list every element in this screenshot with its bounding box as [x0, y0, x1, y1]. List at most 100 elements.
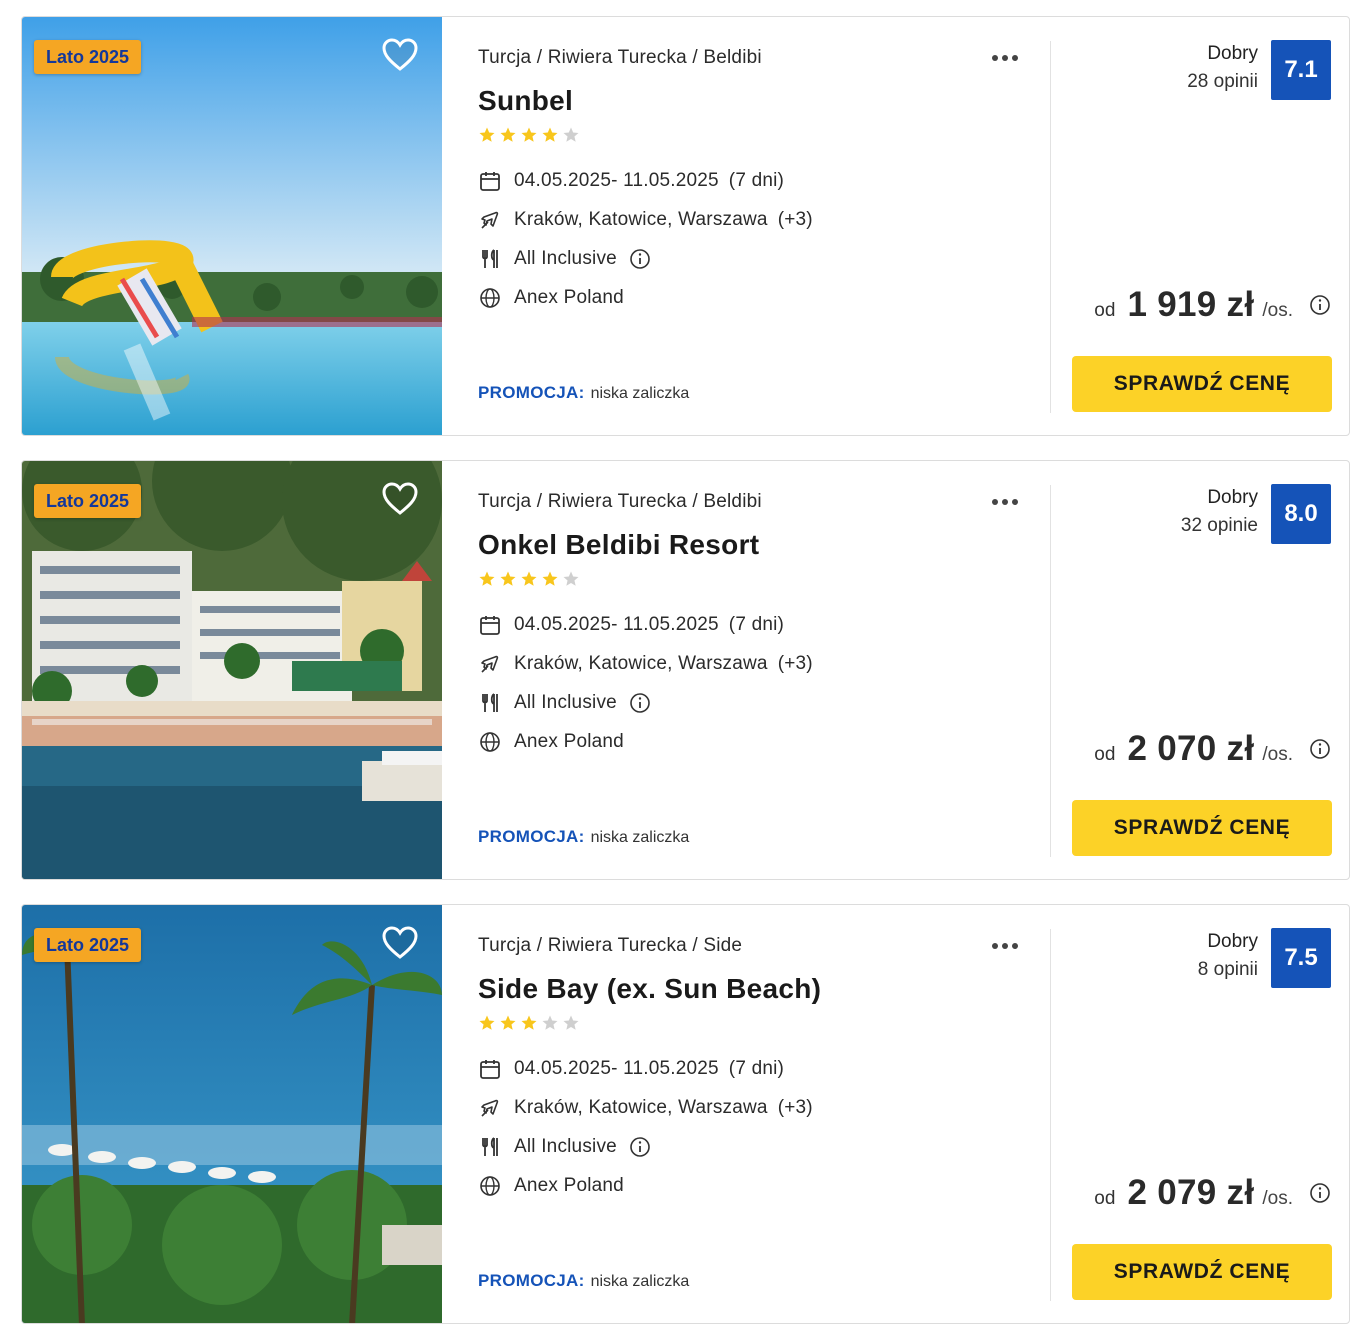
departure-airports: Kraków, Katowice, Warszawa: [514, 209, 768, 230]
location-breadcrumb[interactable]: Turcja / Riwiera Turecka / Beldibi: [478, 47, 762, 69]
divider: [1050, 929, 1051, 1301]
rating-label: Dobry: [1207, 43, 1258, 64]
promotion: PROMOCJA: niska zaliczka: [478, 827, 689, 847]
hotel-name[interactable]: Sunbel: [478, 85, 573, 117]
offer-details: Turcja / Riwiera Turecka / Side Side Bay…: [478, 905, 1048, 1323]
star-icon: [562, 570, 580, 588]
cutlery-icon: [478, 691, 502, 715]
hotel-photo[interactable]: Lato 2025: [22, 17, 442, 435]
price: od 1 919 zł /os.: [1094, 285, 1331, 325]
departure-airports: Kraków, Katowice, Warszawa: [514, 653, 768, 674]
offer-card: Lato 2025 Turcja / Riwiera Turecka / Bel…: [21, 460, 1350, 880]
heart-outline-icon[interactable]: [382, 38, 418, 72]
globe-icon: [478, 730, 502, 754]
board-type: All Inclusive: [514, 248, 617, 269]
price-suffix: /os.: [1262, 744, 1293, 765]
hotel-photo[interactable]: Lato 2025: [22, 905, 442, 1323]
departure-airports: Kraków, Katowice, Warszawa: [514, 1097, 768, 1118]
star-icon: [499, 570, 517, 588]
board-type: All Inclusive: [514, 692, 617, 713]
calendar-icon: [478, 169, 502, 193]
info-icon[interactable]: [629, 692, 651, 714]
hotel-stars: [478, 570, 583, 590]
offer-details: Turcja / Riwiera Turecka / Beldibi Sunbe…: [478, 17, 1048, 435]
price-suffix: /os.: [1262, 300, 1293, 321]
star-icon: [478, 570, 496, 588]
check-price-button[interactable]: SPRAWDŹ CENĘ: [1072, 356, 1332, 412]
check-price-button[interactable]: SPRAWDŹ CENĘ: [1072, 800, 1332, 856]
plane-icon: [478, 652, 502, 676]
price-prefix: od: [1094, 744, 1116, 765]
star-icon: [520, 570, 538, 588]
info-icon[interactable]: [629, 248, 651, 270]
promo-text: niska zaliczka: [590, 1273, 690, 1290]
offer-list: Lato 2025 Turcja / Riwiera Turecka / Bel…: [0, 0, 1358, 1336]
heart-outline-icon[interactable]: [382, 926, 418, 960]
divider: [1050, 485, 1051, 857]
price: od 2 070 zł /os.: [1094, 729, 1331, 769]
price-amount: 2 079 zł: [1127, 1173, 1255, 1212]
divider: [1050, 41, 1051, 413]
star-icon: [541, 1014, 559, 1032]
check-price-button[interactable]: SPRAWDŹ CENĘ: [1072, 1244, 1332, 1300]
rating-score: 7.1: [1271, 40, 1331, 100]
heart-outline-icon[interactable]: [382, 482, 418, 516]
rating-label: Dobry: [1207, 931, 1258, 952]
price-prefix: od: [1094, 1188, 1116, 1209]
rating-score: 7.5: [1271, 928, 1331, 988]
info-icon[interactable]: [1309, 738, 1331, 760]
promotion: PROMOCJA: niska zaliczka: [478, 1271, 689, 1291]
promo-text: niska zaliczka: [590, 829, 690, 846]
trip-duration: (7 dni): [728, 614, 785, 635]
travel-dates: 04.05.2025- 11.05.2025: [514, 170, 719, 191]
hotel-name[interactable]: Side Bay (ex. Sun Beach): [478, 973, 821, 1005]
price-suffix: /os.: [1262, 1188, 1293, 1209]
season-badge: Lato 2025: [34, 928, 142, 962]
plane-icon: [478, 1096, 502, 1120]
info-icon[interactable]: [629, 1136, 651, 1158]
board-row: All Inclusive: [478, 1134, 651, 1160]
review-count[interactable]: 32 opinie: [1181, 515, 1258, 537]
star-icon: [499, 126, 517, 144]
board-row: All Inclusive: [478, 246, 651, 272]
location-breadcrumb[interactable]: Turcja / Riwiera Turecka / Beldibi: [478, 491, 762, 513]
hotel-name[interactable]: Onkel Beldibi Resort: [478, 529, 759, 561]
review-count[interactable]: 8 opinii: [1198, 959, 1258, 981]
plane-icon: [478, 208, 502, 232]
review-count[interactable]: 28 opinii: [1187, 71, 1258, 93]
star-icon: [520, 126, 538, 144]
board-type: All Inclusive: [514, 1136, 617, 1157]
promo-label: PROMOCJA:: [478, 383, 585, 402]
tour-operator: Anex Poland: [514, 731, 624, 752]
ellipsis-icon[interactable]: [992, 47, 1028, 69]
season-badge: Lato 2025: [34, 40, 142, 74]
ellipsis-icon[interactable]: [992, 935, 1028, 957]
calendar-icon: [478, 613, 502, 637]
rating-score: 8.0: [1271, 484, 1331, 544]
departures-row: Kraków, Katowice, Warszawa (+3): [478, 207, 813, 233]
ellipsis-icon[interactable]: [992, 491, 1028, 513]
more-airports[interactable]: (+3): [778, 1097, 813, 1119]
price-prefix: od: [1094, 300, 1116, 321]
hotel-stars: [478, 126, 583, 146]
travel-dates: 04.05.2025- 11.05.2025: [514, 614, 719, 635]
travel-dates: 04.05.2025- 11.05.2025: [514, 1058, 719, 1079]
info-icon[interactable]: [1309, 1182, 1331, 1204]
offer-details: Turcja / Riwiera Turecka / Beldibi Onkel…: [478, 461, 1048, 879]
info-icon[interactable]: [1309, 294, 1331, 316]
promo-label: PROMOCJA:: [478, 827, 585, 846]
hotel-photo[interactable]: Lato 2025: [22, 461, 442, 879]
promo-label: PROMOCJA:: [478, 1271, 585, 1290]
dates-row: 04.05.2025- 11.05.2025 (7 dni): [478, 1056, 784, 1082]
location-breadcrumb[interactable]: Turcja / Riwiera Turecka / Side: [478, 935, 742, 957]
more-airports[interactable]: (+3): [778, 653, 813, 675]
cutlery-icon: [478, 247, 502, 271]
season-badge: Lato 2025: [34, 484, 142, 518]
trip-duration: (7 dni): [728, 1058, 785, 1079]
trip-duration: (7 dni): [728, 170, 785, 191]
globe-icon: [478, 1174, 502, 1198]
star-icon: [541, 126, 559, 144]
more-airports[interactable]: (+3): [778, 209, 813, 231]
tour-operator: Anex Poland: [514, 1175, 624, 1196]
hotel-stars: [478, 1014, 583, 1034]
